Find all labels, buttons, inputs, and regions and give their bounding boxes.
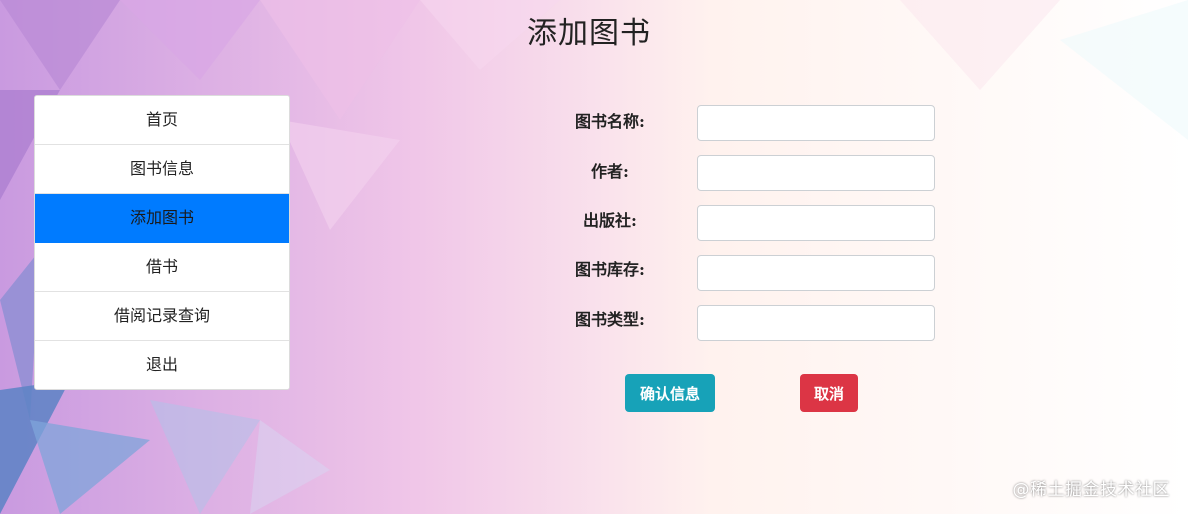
confirm-button[interactable]: 确认信息 <box>625 374 715 412</box>
sidebar-item-book-info[interactable]: 图书信息 <box>35 145 289 194</box>
sidebar-item-borrow-book[interactable]: 借书 <box>35 243 289 292</box>
form-row-author: 作者: <box>540 155 940 195</box>
watermark: @稀土掘金技术社区 <box>1012 480 1170 500</box>
page-title: 添加图书 <box>527 16 651 51</box>
sidebar-item-add-book[interactable]: 添加图书 <box>35 194 289 243</box>
stock-input[interactable] <box>697 255 935 291</box>
sidebar-item-home[interactable]: 首页 <box>35 96 289 145</box>
form-row-publisher: 出版社: <box>540 205 940 245</box>
book-type-label: 图书类型: <box>575 310 645 329</box>
author-input[interactable] <box>697 155 935 191</box>
stock-label: 图书库存: <box>575 260 645 279</box>
sidebar-nav: 首页 图书信息 添加图书 借书 借阅记录查询 退出 <box>34 95 290 390</box>
cancel-button[interactable]: 取消 <box>800 374 858 412</box>
book-name-input[interactable] <box>697 105 935 141</box>
form-row-book-name: 图书名称: <box>540 105 940 145</box>
author-label: 作者: <box>591 162 629 181</box>
publisher-label: 出版社: <box>583 211 637 230</box>
book-type-input[interactable] <box>697 305 935 341</box>
book-name-label: 图书名称: <box>575 112 645 131</box>
form-row-stock: 图书库存: <box>540 255 940 295</box>
sidebar-item-logout[interactable]: 退出 <box>35 341 289 389</box>
form-row-book-type: 图书类型: <box>540 305 940 345</box>
sidebar-item-borrow-records[interactable]: 借阅记录查询 <box>35 292 289 341</box>
publisher-input[interactable] <box>697 205 935 241</box>
